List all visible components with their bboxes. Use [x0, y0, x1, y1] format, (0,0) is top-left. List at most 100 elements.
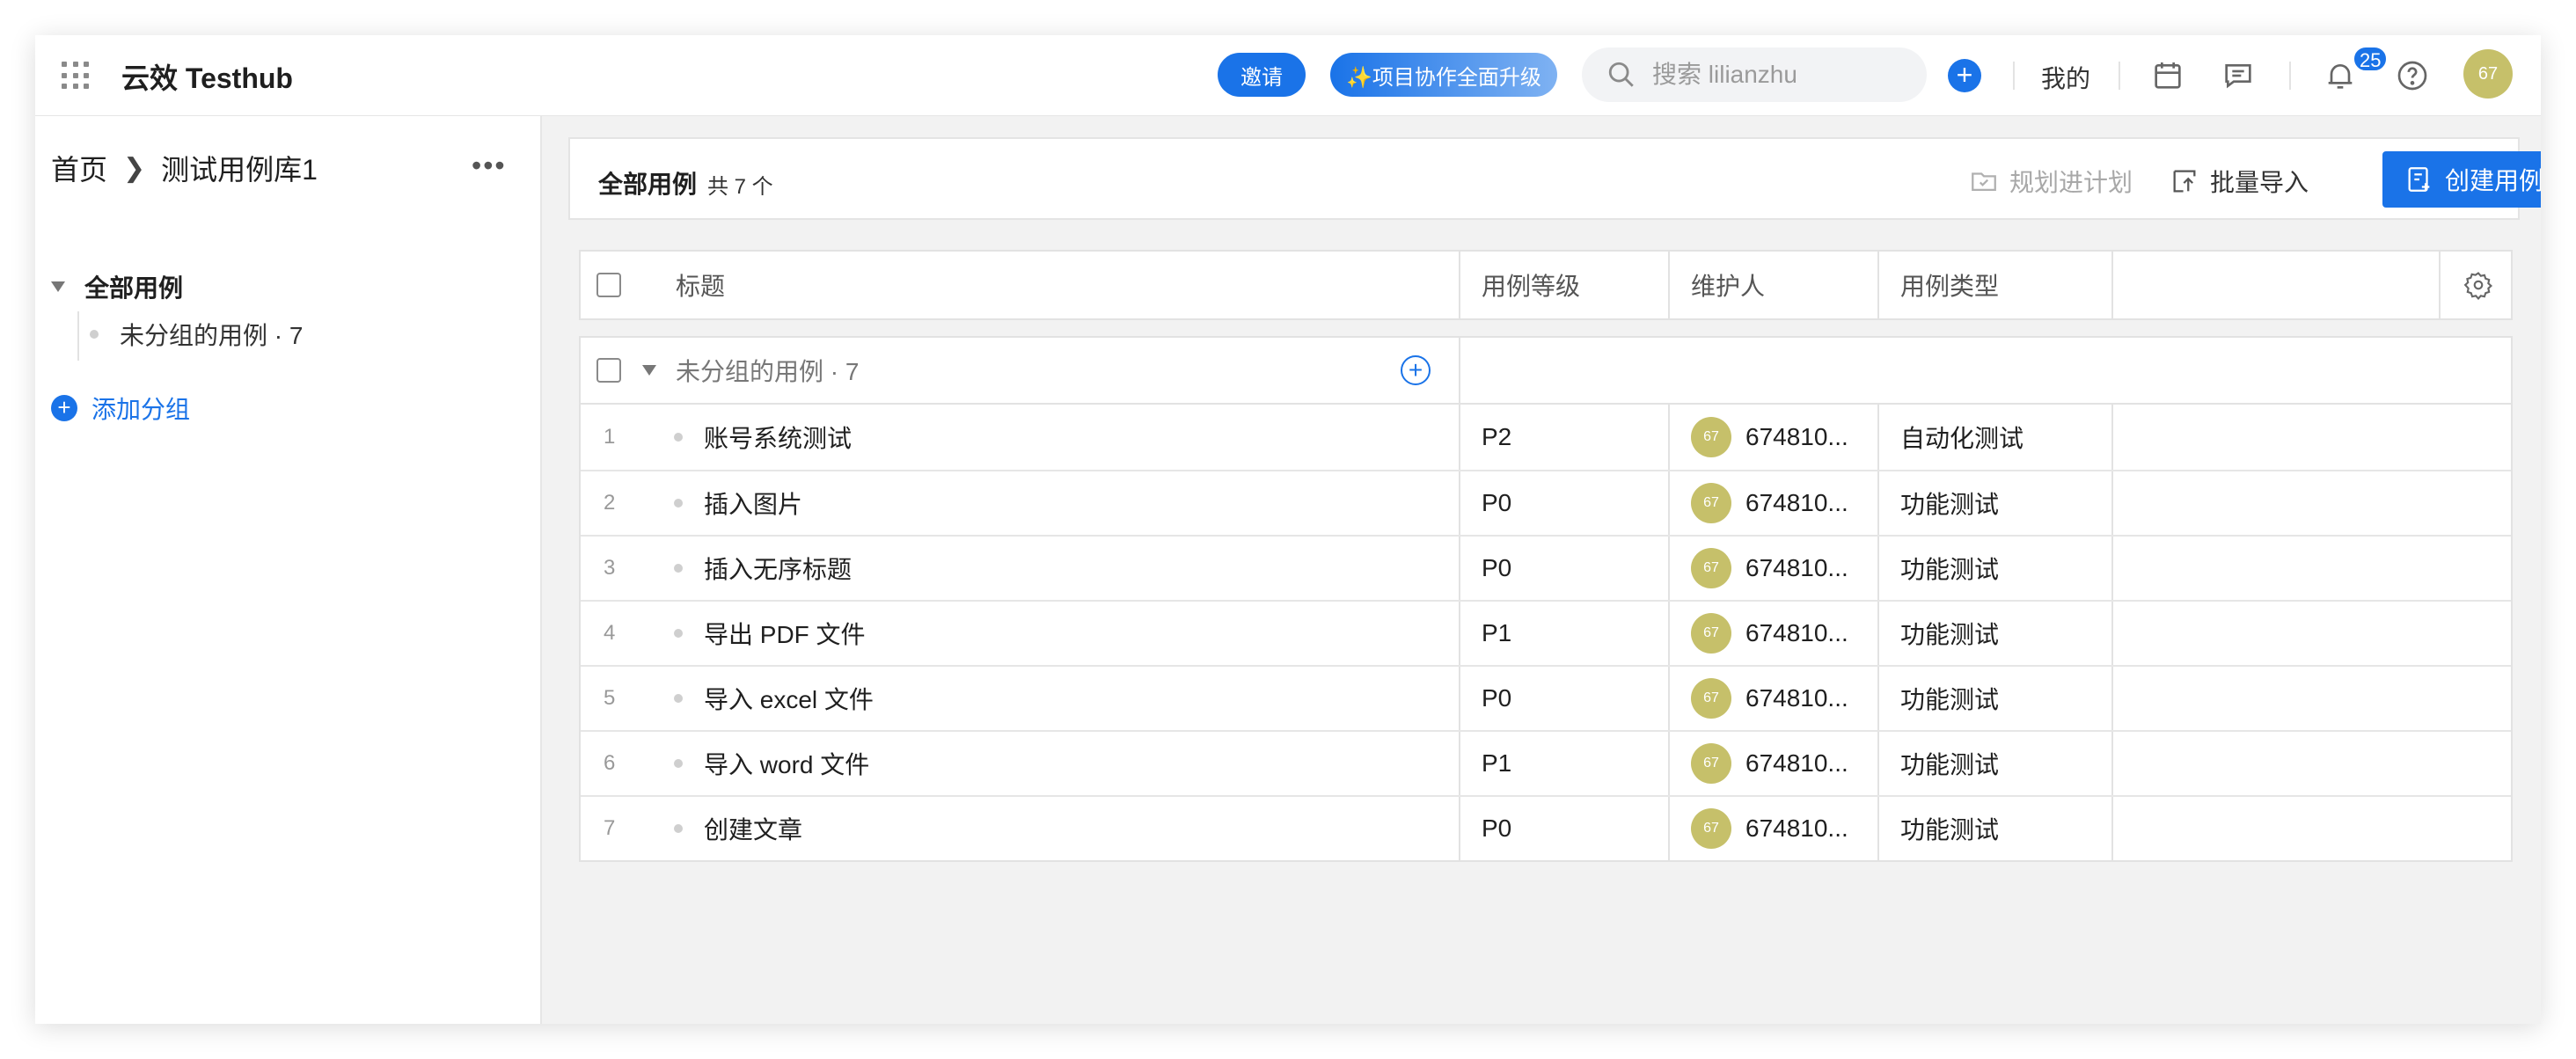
row-bullet-cell	[674, 667, 683, 730]
breadcrumb-library[interactable]: 测试用例库1	[161, 148, 318, 188]
case-type[interactable]: 功能测试	[1900, 732, 1999, 795]
column-header-title[interactable]: 标题	[676, 252, 725, 318]
maintainer-avatar: 67	[1691, 808, 1731, 849]
gear-icon[interactable]	[2463, 270, 2493, 300]
create-case-button[interactable]: 创建用例	[2382, 151, 2541, 208]
table-row[interactable]: 6 导入 word 文件 P1 67 674810... 功能测试	[581, 730, 2511, 795]
table-row[interactable]: 5 导入 excel 文件 P0 67 674810... 功能测试	[581, 665, 2511, 730]
add-case-icon[interactable]: +	[1401, 355, 1431, 385]
search-box[interactable]	[1582, 47, 1927, 102]
column-divider	[1877, 405, 1879, 470]
select-all-checkbox[interactable]	[596, 273, 621, 297]
table-header: 标题 用例等级 维护人 用例类型	[579, 250, 2513, 320]
plan-button[interactable]: 规划进计划	[1969, 164, 2133, 199]
upgrade-banner-button[interactable]: ✨项目协作全面升级	[1330, 53, 1557, 97]
case-level[interactable]: P0	[1482, 471, 1511, 535]
column-divider	[1459, 252, 1460, 318]
upload-icon	[2173, 170, 2196, 193]
case-type[interactable]: 功能测试	[1900, 667, 1999, 730]
app-title[interactable]: 云效 Testhub	[121, 56, 293, 97]
column-settings-cell	[2463, 252, 2493, 318]
case-title[interactable]: 账号系统测试	[704, 405, 852, 470]
user-avatar[interactable]: 67	[2463, 49, 2513, 99]
row-number: 1	[604, 425, 616, 449]
case-level[interactable]: P1	[1482, 602, 1511, 665]
case-maintainer[interactable]: 67 674810...	[1691, 471, 1848, 535]
case-level[interactable]: P0	[1482, 667, 1511, 730]
tree-item-label: 未分组的用例 · 7	[120, 322, 304, 349]
case-level[interactable]: P2	[1482, 405, 1511, 470]
mine-link[interactable]: 我的	[2041, 60, 2090, 95]
breadcrumb-home[interactable]: 首页	[51, 148, 107, 188]
import-label: 批量导入	[2210, 169, 2309, 196]
table-row[interactable]: 2 插入图片 P0 67 674810... 功能测试	[581, 470, 2511, 535]
search-input[interactable]	[1652, 61, 1916, 89]
column-header-maintainer[interactable]: 维护人	[1691, 252, 1765, 318]
table-row[interactable]: 3 插入无序标题 P0 67 674810... 功能测试	[581, 535, 2511, 600]
bullet-icon	[674, 824, 683, 833]
bullet-icon	[674, 629, 683, 638]
message-icon[interactable]	[2221, 58, 2256, 93]
case-title[interactable]: 创建文章	[704, 797, 802, 860]
group-title: 未分组的用例 · 7	[676, 358, 860, 385]
page-title: 全部用例	[598, 171, 698, 198]
caret-down-icon[interactable]	[642, 365, 656, 376]
row-bullet-cell	[674, 732, 683, 795]
case-maintainer[interactable]: 67 674810...	[1691, 732, 1848, 795]
column-divider	[1459, 471, 1460, 535]
case-title[interactable]: 插入图片	[704, 471, 802, 535]
caret-down-icon[interactable]	[51, 281, 65, 292]
column-divider	[2111, 405, 2113, 470]
tree-item-ungrouped[interactable]: 未分组的用例 · 7	[90, 317, 303, 352]
group-checkbox[interactable]	[596, 358, 621, 383]
case-title[interactable]: 插入无序标题	[704, 537, 852, 600]
column-divider	[2439, 252, 2441, 318]
column-divider	[1459, 797, 1460, 860]
create-plus-button[interactable]: +	[1948, 59, 1981, 92]
maintainer-name: 674810...	[1745, 684, 1848, 712]
case-maintainer[interactable]: 67 674810...	[1691, 405, 1848, 470]
case-type[interactable]: 功能测试	[1900, 471, 1999, 535]
case-maintainer[interactable]: 67 674810...	[1691, 797, 1848, 860]
case-title[interactable]: 导出 PDF 文件	[704, 602, 866, 665]
case-type[interactable]: 功能测试	[1900, 537, 1999, 600]
case-title[interactable]: 导入 word 文件	[704, 732, 869, 795]
column-divider	[2111, 667, 2113, 730]
divider	[2119, 62, 2120, 90]
app-grid-icon[interactable]	[62, 62, 90, 90]
case-type[interactable]: 功能测试	[1900, 797, 1999, 860]
case-count: 共 7 个	[707, 175, 773, 199]
create-label: 创建用例	[2444, 167, 2541, 194]
column-divider	[1877, 797, 1879, 860]
invite-button[interactable]: 邀请	[1218, 53, 1306, 97]
table-row[interactable]: 1 账号系统测试 P2 67 674810... 自动化测试	[581, 405, 2511, 470]
column-divider	[2111, 252, 2113, 318]
case-level[interactable]: P1	[1482, 732, 1511, 795]
batch-import-button[interactable]: 批量导入	[2170, 164, 2309, 199]
tree-root-all-cases[interactable]: 全部用例	[51, 269, 183, 304]
row-bullet-cell	[674, 471, 683, 535]
calendar-icon[interactable]	[2150, 58, 2185, 93]
column-header-level[interactable]: 用例等级	[1482, 252, 1580, 318]
case-maintainer[interactable]: 67 674810...	[1691, 667, 1848, 730]
maintainer-avatar: 67	[1691, 678, 1731, 719]
case-type[interactable]: 自动化测试	[1900, 405, 2023, 470]
case-level[interactable]: P0	[1482, 797, 1511, 860]
table-row[interactable]: 4 导出 PDF 文件 P1 67 674810... 功能测试	[581, 600, 2511, 665]
case-title[interactable]: 导入 excel 文件	[704, 667, 874, 730]
column-header-type[interactable]: 用例类型	[1900, 252, 1999, 318]
more-icon[interactable]: •••	[472, 150, 507, 182]
help-icon[interactable]	[2395, 58, 2430, 93]
case-maintainer[interactable]: 67 674810...	[1691, 602, 1848, 665]
group-row-ungrouped[interactable]: 未分组的用例 · 7 +	[579, 336, 2513, 405]
case-type[interactable]: 功能测试	[1900, 602, 1999, 665]
table-row[interactable]: 7 创建文章 P0 67 674810... 功能测试	[581, 795, 2511, 860]
chevron-right-icon: ❯	[123, 153, 146, 183]
bullet-icon	[674, 694, 683, 703]
breadcrumb: 首页 ❯ 测试用例库1	[51, 148, 318, 188]
case-maintainer[interactable]: 67 674810...	[1691, 537, 1848, 600]
sidebar: 首页 ❯ 测试用例库1 ••• 全部用例 未分组的用例 · 7 + 添加分组	[35, 116, 542, 1024]
group-checkbox-cell	[596, 338, 621, 403]
add-group-button[interactable]: + 添加分组	[51, 391, 190, 426]
case-level[interactable]: P0	[1482, 537, 1511, 600]
